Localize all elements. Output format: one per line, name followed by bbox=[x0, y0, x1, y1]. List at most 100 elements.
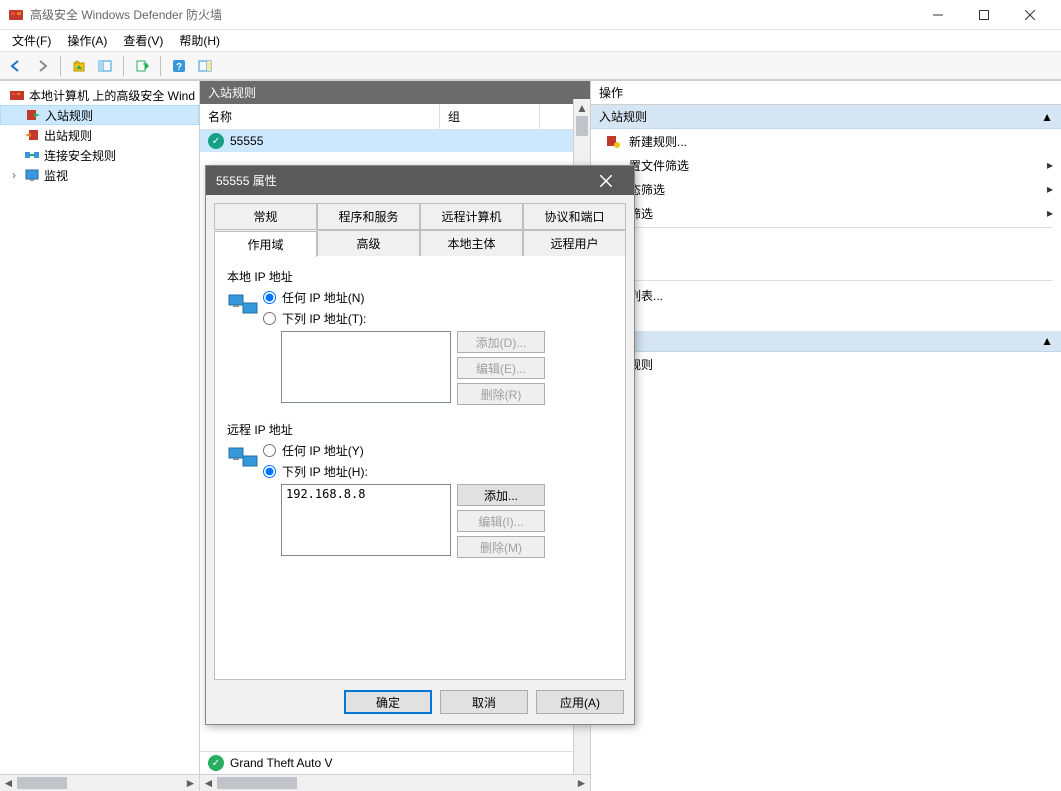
scroll-right-arrow[interactable]: ► bbox=[182, 775, 199, 791]
radio-any-remote-input[interactable] bbox=[263, 444, 276, 457]
action-disable-rule[interactable]: 规则 bbox=[591, 352, 1061, 376]
tree-outbound-label: 出站规则 bbox=[44, 127, 92, 144]
scroll-left-arrow[interactable]: ◄ bbox=[0, 775, 17, 791]
local-ip-listbox[interactable] bbox=[281, 331, 451, 403]
remote-ip-entry[interactable]: 192.168.8.8 bbox=[286, 487, 446, 501]
action-new-rule[interactable]: 新建规则... bbox=[591, 129, 1061, 153]
action-misc-3[interactable] bbox=[591, 307, 1061, 331]
ok-button[interactable]: 确定 bbox=[344, 690, 432, 714]
radio-these-remote-label: 下列 IP 地址(H): bbox=[282, 463, 368, 480]
tree-panel: 本地计算机 上的高级安全 Wind 入站规则 出站规则 连接安全规则 › 监视 … bbox=[0, 81, 200, 791]
col-name[interactable]: 名称 bbox=[200, 104, 440, 129]
new-rule-icon bbox=[605, 133, 621, 149]
tree-inbound-label: 入站规则 bbox=[45, 107, 93, 124]
radio-any-local-input[interactable] bbox=[263, 291, 276, 304]
forward-button[interactable] bbox=[30, 54, 54, 78]
tree-connection-label: 连接安全规则 bbox=[44, 147, 116, 164]
actions-pane-button[interactable] bbox=[193, 54, 217, 78]
remote-add-button[interactable]: 添加... bbox=[457, 484, 545, 506]
toolbar: ? bbox=[0, 52, 1061, 80]
up-button[interactable] bbox=[67, 54, 91, 78]
dialog-title-text: 55555 属性 bbox=[216, 172, 277, 189]
chevron-right-icon: ▸ bbox=[1047, 206, 1053, 220]
local-edit-button[interactable]: 编辑(E)... bbox=[457, 357, 545, 379]
tab-local-principals[interactable]: 本地主体 bbox=[420, 230, 523, 256]
minimize-button[interactable] bbox=[915, 0, 961, 30]
collapse-chevron-icon[interactable]: ▲ bbox=[1041, 110, 1053, 124]
menu-help[interactable]: 帮助(H) bbox=[171, 30, 228, 51]
radio-any-remote[interactable]: 任何 IP 地址(Y) bbox=[263, 442, 613, 459]
dialog-titlebar[interactable]: 55555 属性 bbox=[206, 166, 634, 195]
tab-protocols[interactable]: 协议和端口 bbox=[523, 203, 626, 230]
col-group[interactable]: 组 bbox=[440, 104, 540, 129]
scroll-up-arrow[interactable]: ▲ bbox=[574, 99, 590, 116]
action-export-list[interactable]: 列表... bbox=[591, 283, 1061, 307]
tree-connection-security[interactable]: 连接安全规则 bbox=[0, 145, 199, 165]
tree-monitoring[interactable]: › 监视 bbox=[0, 165, 199, 185]
tab-remote-computers[interactable]: 远程计算机 bbox=[420, 203, 523, 230]
rule-enabled-icon: ✓ bbox=[208, 133, 224, 149]
actions-header: 操作 bbox=[591, 81, 1061, 105]
maximize-button[interactable] bbox=[961, 0, 1007, 30]
export-button[interactable] bbox=[130, 54, 154, 78]
scroll-right-arrow[interactable]: ► bbox=[573, 775, 590, 791]
tab-advanced[interactable]: 高级 bbox=[317, 230, 420, 256]
tab-programs[interactable]: 程序和服务 bbox=[317, 203, 420, 230]
svg-text:?: ? bbox=[176, 62, 182, 73]
chevron-right-icon: ▸ bbox=[1047, 158, 1053, 172]
scroll-thumb-h[interactable] bbox=[217, 777, 297, 789]
window-title: 高级安全 Windows Defender 防火墙 bbox=[30, 6, 915, 23]
cancel-button[interactable]: 取消 bbox=[440, 690, 528, 714]
remote-remove-button[interactable]: 删除(M) bbox=[457, 536, 545, 558]
scroll-left-arrow[interactable]: ◄ bbox=[200, 775, 217, 791]
list-scrollbar-h[interactable]: ◄ ► bbox=[200, 774, 590, 791]
scroll-thumb-v[interactable] bbox=[576, 116, 588, 136]
menu-file[interactable]: 文件(F) bbox=[4, 30, 59, 51]
tree-root[interactable]: 本地计算机 上的高级安全 Wind bbox=[0, 85, 199, 105]
collapse-chevron-icon[interactable]: ▲ bbox=[1041, 334, 1053, 348]
action-group-label: 入站规则 bbox=[599, 108, 647, 125]
menu-view[interactable]: 查看(V) bbox=[115, 30, 171, 51]
firewall-icon bbox=[9, 87, 25, 103]
local-add-button[interactable]: 添加(D)... bbox=[457, 331, 545, 353]
list-row-gta[interactable]: ✓ Grand Theft Auto V bbox=[200, 752, 573, 774]
help-button[interactable]: ? bbox=[167, 54, 191, 78]
action-filter-profile[interactable]: 置文件筛选 ▸ bbox=[591, 153, 1061, 177]
show-hide-tree-button[interactable] bbox=[93, 54, 117, 78]
tree-outbound-rules[interactable]: 出站规则 bbox=[0, 125, 199, 145]
tab-scope[interactable]: 作用域 bbox=[214, 231, 317, 257]
radio-any-local-label: 任何 IP 地址(N) bbox=[282, 289, 364, 306]
dialog-close-button[interactable] bbox=[600, 175, 624, 187]
menu-bar: 文件(F) 操作(A) 查看(V) 帮助(H) bbox=[0, 30, 1061, 52]
tab-remote-users[interactable]: 远程用户 bbox=[523, 230, 626, 256]
remote-ip-listbox[interactable]: 192.168.8.8 bbox=[281, 484, 451, 556]
apply-button[interactable]: 应用(A) bbox=[536, 690, 624, 714]
window-titlebar: 高级安全 Windows Defender 防火墙 bbox=[0, 0, 1061, 30]
action-label: 置文件筛选 bbox=[629, 157, 689, 174]
local-remove-button[interactable]: 删除(R) bbox=[457, 383, 545, 405]
radio-these-local[interactable]: 下列 IP 地址(T): bbox=[263, 310, 613, 327]
remote-edit-button[interactable]: 编辑(I)... bbox=[457, 510, 545, 532]
back-button[interactable] bbox=[4, 54, 28, 78]
list-header: 名称 组 bbox=[200, 104, 590, 130]
action-filter-group[interactable]: 筛选 ▸ bbox=[591, 201, 1061, 225]
tree-inbound-rules[interactable]: 入站规则 bbox=[0, 105, 199, 125]
action-filter-state[interactable]: 态筛选 ▸ bbox=[591, 177, 1061, 201]
scroll-thumb[interactable] bbox=[17, 777, 67, 789]
radio-these-remote-input[interactable] bbox=[263, 465, 276, 478]
list-row-55555[interactable]: ✓ 55555 bbox=[200, 130, 590, 152]
action-misc-2[interactable] bbox=[591, 254, 1061, 278]
menu-action[interactable]: 操作(A) bbox=[59, 30, 115, 51]
tab-general[interactable]: 常规 bbox=[214, 203, 317, 230]
radio-these-remote[interactable]: 下列 IP 地址(H): bbox=[263, 463, 613, 480]
radio-these-local-input[interactable] bbox=[263, 312, 276, 325]
expand-icon[interactable]: › bbox=[8, 168, 20, 182]
action-misc-1[interactable] bbox=[591, 230, 1061, 254]
tree-scrollbar-h[interactable]: ◄ ► bbox=[0, 774, 199, 791]
radio-any-remote-label: 任何 IP 地址(Y) bbox=[282, 442, 364, 459]
rule-name: 55555 bbox=[230, 134, 263, 148]
actions-panel: 操作 入站规则 ▲ 新建规则... 置文件筛选 ▸ 态筛选 ▸ 筛选 ▸ bbox=[591, 81, 1061, 791]
action-group-selected: ▲ bbox=[591, 331, 1061, 352]
radio-any-local[interactable]: 任何 IP 地址(N) bbox=[263, 289, 613, 306]
close-button[interactable] bbox=[1007, 0, 1053, 30]
